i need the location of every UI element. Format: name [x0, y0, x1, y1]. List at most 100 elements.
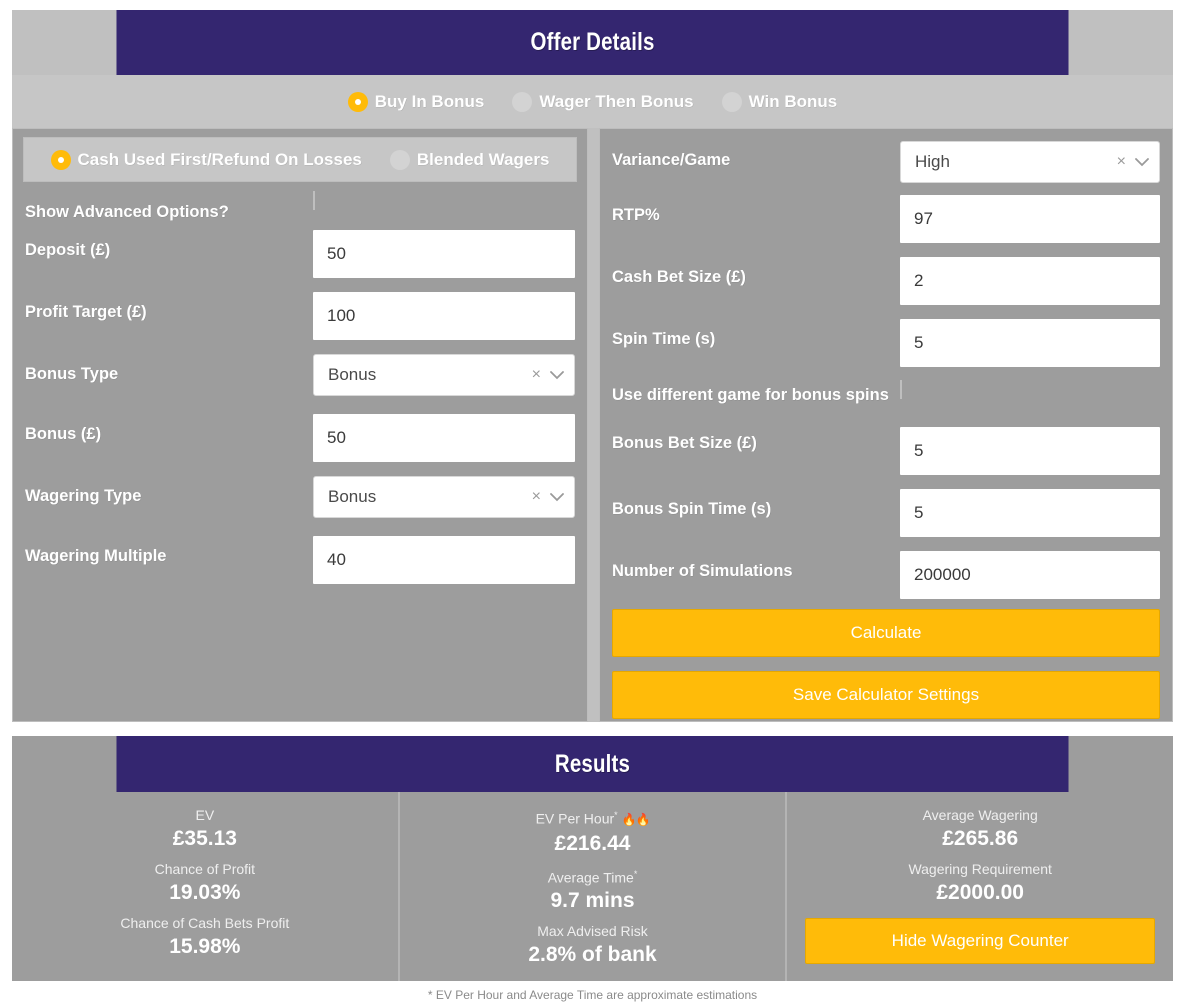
bonus-label: Bonus (£): [25, 425, 102, 443]
bonus-type-select[interactable]: Bonus ×: [313, 354, 575, 396]
footnote-marker: *: [633, 868, 638, 879]
right-settings-panel: Variance/Game High × RTP% 97 Cash Bet Si…: [599, 128, 1173, 722]
calculate-button-wrap: Calculate: [600, 609, 1172, 657]
row-different-game: Use different game for bonus spins: [612, 380, 1160, 425]
row-wagering-multiple: Wagering Multiple: [25, 536, 575, 584]
different-game-label: Use different game for bonus spins: [612, 386, 889, 404]
cash-bet-size-input[interactable]: [900, 257, 1160, 305]
radio-unselected-icon[interactable]: [721, 91, 742, 112]
radio-unselected-icon[interactable]: [389, 149, 410, 170]
wagering-type-select[interactable]: Bonus ×: [313, 476, 575, 518]
spin-time-input[interactable]: [900, 319, 1160, 367]
result-value: 15.98%: [169, 935, 241, 958]
row-variance: Variance/Game High ×: [612, 141, 1160, 183]
profit-target-input[interactable]: [313, 292, 575, 340]
result-caption-row: EV Per Hour* 🔥🔥: [536, 806, 651, 830]
results-title: Results: [554, 749, 631, 778]
offer-type-buy-in-bonus[interactable]: Buy In Bonus: [347, 91, 485, 112]
row-deposit: Deposit (£): [25, 230, 575, 278]
result-value: 2.8% of bank: [528, 943, 657, 967]
row-bonus: Bonus (£): [25, 414, 575, 462]
different-game-checkbox[interactable]: [900, 380, 902, 399]
offer-type-radio-group: Buy In Bonus Wager Then Bonus Win Bonus: [12, 75, 1173, 128]
rtp-label: RTP%: [612, 206, 660, 224]
deposit-input[interactable]: [313, 230, 575, 278]
result-caption-row: Average Time*: [548, 865, 638, 888]
left-settings-panel: Cash Used First/Refund On Losses Blended…: [12, 128, 588, 722]
offer-type-win-bonus[interactable]: Win Bonus: [721, 91, 838, 112]
profit-target-label: Profit Target (£): [25, 303, 147, 321]
bonus-input[interactable]: [313, 414, 575, 462]
spin-time-label: Spin Time (s): [612, 330, 716, 348]
clear-icon[interactable]: ×: [532, 488, 541, 506]
result-value: £35.13: [172, 827, 237, 850]
wagering-type-label: Wagering Type: [25, 487, 142, 505]
wager-mode-blended-wagers[interactable]: Blended Wagers: [389, 149, 550, 170]
calculator-page: Offer Details Buy In Bonus Wager Then Bo…: [0, 0, 1185, 1005]
save-calculator-settings-button[interactable]: Save Calculator Settings: [612, 671, 1160, 719]
variance-label: Variance/Game: [612, 151, 731, 169]
variance-value: High: [915, 152, 950, 171]
wagering-multiple-label: Wagering Multiple: [25, 547, 167, 565]
chevron-down-icon[interactable]: [550, 491, 564, 504]
hide-wagering-counter-button[interactable]: Hide Wagering Counter: [805, 918, 1156, 964]
row-rtp: RTP%: [612, 195, 1160, 243]
rtp-input[interactable]: [900, 195, 1160, 243]
bonus-spin-time-input[interactable]: [900, 489, 1160, 537]
wager-mode-label: Blended Wagers: [416, 149, 550, 169]
chevron-down-icon[interactable]: [550, 369, 564, 382]
radio-unselected-icon[interactable]: [512, 91, 533, 112]
show-advanced-checkbox[interactable]: [313, 191, 315, 210]
bonus-bet-size-input[interactable]: [900, 427, 1160, 475]
results-column-ev: EV £35.13 Chance of Profit 19.03% Chance…: [12, 792, 398, 981]
row-wagering-type: Wagering Type Bonus ×: [25, 476, 575, 522]
row-cash-bet-size: Cash Bet Size (£): [612, 257, 1160, 305]
row-show-advanced: Show Advanced Options?: [25, 191, 575, 226]
result-value: £2000.00: [936, 881, 1024, 904]
radio-selected-icon[interactable]: [50, 149, 71, 170]
results-column-wagering: Average Wagering £265.86 Wagering Requir…: [785, 792, 1173, 981]
bonus-bet-size-label: Bonus Bet Size (£): [612, 434, 757, 452]
result-caption: Max Advised Risk: [537, 923, 648, 940]
clear-icon[interactable]: ×: [1117, 153, 1126, 171]
row-spin-time: Spin Time (s): [612, 319, 1160, 367]
results-column-ev-per-hour: EV Per Hour* 🔥🔥 £216.44 Average Time* 9.…: [397, 792, 786, 981]
results-body: EV £35.13 Chance of Profit 19.03% Chance…: [12, 792, 1173, 981]
offer-type-label: Buy In Bonus: [374, 91, 485, 111]
bonus-spin-time-label: Bonus Spin Time (s): [612, 500, 772, 518]
result-caption: Average Wagering: [922, 807, 1038, 823]
number-of-simulations-label: Number of Simulations: [612, 562, 793, 580]
result-value: £265.86: [942, 827, 1019, 850]
wagering-type-value: Bonus: [328, 487, 377, 506]
number-of-simulations-input[interactable]: [900, 551, 1160, 599]
wagering-multiple-input[interactable]: [313, 536, 575, 584]
wager-mode-cash-used-first[interactable]: Cash Used First/Refund On Losses: [50, 149, 362, 170]
row-profit-target: Profit Target (£): [25, 292, 575, 340]
calculate-button[interactable]: Calculate: [612, 609, 1160, 657]
result-value: £216.44: [554, 831, 631, 855]
variance-select[interactable]: High ×: [900, 141, 1160, 183]
deposit-label: Deposit (£): [25, 241, 111, 259]
results-footnote: * EV Per Hour and Average Time are appro…: [427, 988, 758, 1002]
offer-type-label: Wager Then Bonus: [539, 91, 694, 111]
row-number-of-simulations: Number of Simulations: [612, 551, 1160, 599]
result-value: 19.03%: [169, 881, 241, 904]
offer-details-header: Offer Details: [116, 10, 1069, 75]
show-advanced-label: Show Advanced Options?: [25, 203, 229, 221]
chevron-down-icon[interactable]: [1135, 156, 1149, 169]
bonus-type-label: Bonus Type: [25, 365, 119, 383]
offer-details-card: Offer Details Buy In Bonus Wager Then Bo…: [12, 10, 1173, 722]
result-caption: Average Time: [547, 869, 634, 886]
result-caption: Chance of Cash Bets Profit: [120, 915, 290, 931]
radio-selected-icon[interactable]: [347, 91, 368, 112]
row-bonus-spin-time: Bonus Spin Time (s): [612, 489, 1160, 537]
offer-type-label: Win Bonus: [748, 91, 838, 111]
wager-mode-label: Cash Used First/Refund On Losses: [77, 149, 362, 169]
footnote-marker: *: [614, 810, 618, 820]
clear-icon[interactable]: ×: [532, 366, 541, 384]
result-caption: EV: [195, 807, 215, 823]
left-form: Show Advanced Options? Deposit (£) Profi…: [13, 182, 587, 584]
result-caption: Wagering Requirement: [908, 861, 1052, 877]
save-settings-button-wrap: Save Calculator Settings: [600, 671, 1172, 719]
offer-type-wager-then-bonus[interactable]: Wager Then Bonus: [512, 91, 694, 112]
